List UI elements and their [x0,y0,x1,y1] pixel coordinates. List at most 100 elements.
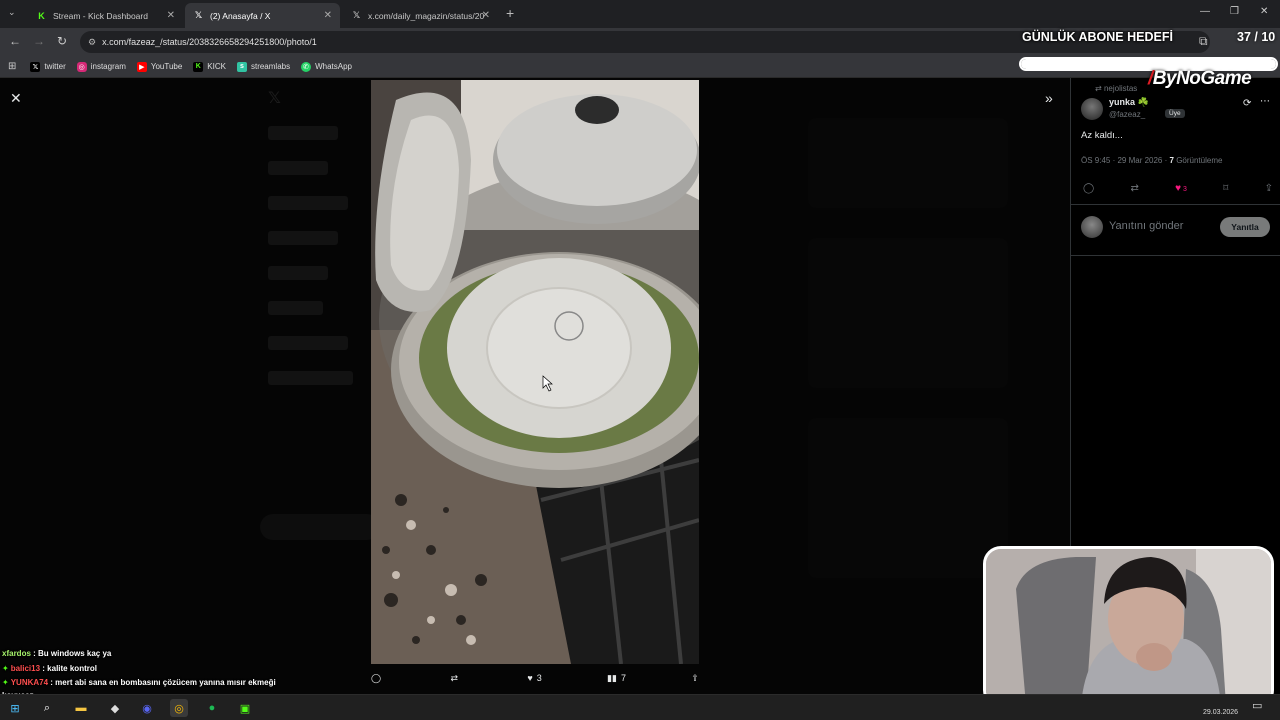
reply-icon[interactable]: ◯ [1083,183,1094,194]
bookmark-twitter[interactable]: 𝕏 twitter [30,61,66,72]
collapse-panel-icon[interactable]: » [1045,90,1053,106]
chat-user: xfardos [2,649,31,658]
tweet-time[interactable]: ÖS 9:45 · 29 Mar 2026 [1081,156,1162,165]
repost-button[interactable]: ⇄ [450,673,462,684]
bookmark-whatsapp[interactable]: ✆ WhatsApp [301,61,352,72]
bookmark-label: streamlabs [250,62,291,71]
minimize-icon[interactable]: — [1200,6,1210,17]
reposted-by-label[interactable]: ⇄ nejolistas [1095,84,1137,93]
instagram-icon: ◎ [76,61,87,72]
tweet-photo[interactable] [371,80,699,664]
extensions-icon[interactable]: ⧉ [1199,34,1208,49]
repost-icon: ⇄ [450,672,458,683]
divider [1071,255,1280,256]
ghost-post-button [260,514,380,540]
discord-icon[interactable]: ◉ [138,699,156,717]
windows-start-icon[interactable]: ⊞ [6,699,24,717]
reply-button[interactable]: ◯ [371,673,385,684]
tab-kick-dashboard[interactable]: K Stream - Kick Dashboard ✕ [28,3,183,28]
file-explorer-icon[interactable]: ▬ [72,699,90,717]
bookmark-youtube[interactable]: ▶ YouTube [136,61,182,72]
app-icon[interactable]: ◆ [106,699,124,717]
reply-submit-button[interactable]: Yanıtla [1220,217,1270,237]
bookmark-label: KICK [207,62,226,71]
chat-message: ✦ balici13 : kalite kontrol [2,664,97,673]
back-icon[interactable]: ← [9,34,21,48]
bookmark-label: instagram [90,62,126,71]
site-info-icon[interactable]: ⚙ [88,37,96,48]
restore-icon[interactable]: ❐ [1230,6,1239,17]
close-icon[interactable]: ✕ [324,10,332,21]
tab-title: (2) Anasayfa / X [210,10,271,21]
tweet-text: Az kaldı... [1081,130,1123,141]
bookmark-icon[interactable]: ⌑ [1223,183,1228,194]
url-text: x.com/fazeaz_/status/2038326658294251800… [102,37,317,47]
new-tab-button[interactable]: + [506,5,514,21]
like-count: 3 [1183,186,1187,193]
apps-grid-icon[interactable]: ⊞ [8,61,16,72]
views-button[interactable]: ▮▮ 7 [607,673,626,684]
author-avatar[interactable] [1081,98,1103,120]
tab-anasayfa-x[interactable]: 𝕏 (2) Anasayfa / X ✕ [185,3,340,28]
window-close-icon[interactable]: ✕ [1260,6,1268,17]
reposter-name: nejolistas [1103,84,1138,93]
like-button[interactable]: ♥ 3 [527,673,541,683]
share-icon[interactable]: ⇪ [1265,183,1273,194]
repost-icon[interactable]: ⇄ [1130,183,1138,194]
tab-title: x.com/daily_magazin/status/20 [368,10,485,21]
ghost-x-logo: 𝕏 [268,90,281,107]
grok-icon[interactable]: ⟳ [1243,98,1251,109]
media-action-bar: ◯ ⇄ ♥ 3 ▮▮ 7 ⇪ [371,670,699,686]
bookmark-streamlabs[interactable]: s streamlabs [236,61,291,72]
close-icon[interactable]: ✕ [482,10,490,21]
taskbar-date[interactable]: 29.03.2026 [1203,709,1238,716]
close-icon[interactable]: ✕ [167,10,175,21]
views-label: Görüntüleme [1176,156,1223,165]
photo-image [371,80,699,664]
share-button[interactable]: ⇪ [691,673,699,684]
ghost-premium-card [808,118,1008,208]
spotify-icon[interactable]: ● [203,699,221,717]
share-icon: ⇪ [691,672,699,683]
close-icon[interactable]: ✕ [10,90,22,107]
kick-icon: K [193,61,204,72]
heart-icon: ♥ [527,673,533,683]
kick-icon: K [38,10,45,21]
x-icon: 𝕏 [30,61,41,72]
tab-search-icon[interactable]: ⌄ [8,7,16,18]
divider [1071,204,1280,205]
x-icon: 𝕏 [194,10,203,20]
tab-title: Stream - Kick Dashboard [53,10,148,21]
repost-indicator-icon: ⇄ [1095,84,1102,93]
notification-icon[interactable]: ▭ [1252,699,1262,712]
sub-goal-title: GÜNLÜK ABONE HEDEFİ [1022,30,1173,44]
webcam-overlay [983,546,1274,708]
tweet-action-bar: ◯ ⇄ ♥ 3 ⌑ ⇪ [1083,183,1273,194]
reply-input[interactable]: Yanıtını gönder [1109,220,1183,232]
chat-user: balici13 [10,664,41,673]
windows-taskbar: ⊞ ⌕ ▬ ◆ ◉ ◎ ● ▣ 29.03.2026 ▭ [0,694,1280,720]
author-handle[interactable]: @fazeaz_ [1109,110,1145,119]
bookmark-instagram[interactable]: ◎ instagram [76,61,126,72]
chrome-icon[interactable]: ◎ [170,699,188,717]
search-icon[interactable]: ⌕ [38,699,56,717]
reload-icon[interactable]: ↻ [57,34,67,48]
browser-tab-bar: ⌄ K Stream - Kick Dashboard ✕ 𝕏 (2) Anas… [0,0,1280,28]
forward-icon[interactable]: → [33,34,45,48]
tab-daily-magazin[interactable]: 𝕏 x.com/daily_magazin/status/20 ✕ [343,3,498,28]
ghost-who-to-follow [808,418,1008,578]
youtube-icon: ▶ [136,61,147,72]
my-avatar [1081,216,1103,238]
heart-icon: ♥ [1175,183,1182,194]
more-options-icon[interactable]: ⋯ [1260,96,1270,107]
tweet-views: 7 [1169,156,1174,165]
author-name[interactable]: yunka ☘️ [1109,97,1149,108]
sponsor-logo: /ByNoGame [1148,68,1252,90]
chat-text: kalite kontrol [47,664,97,673]
like-button[interactable]: ♥ 3 [1175,183,1187,194]
kick-icon[interactable]: ▣ [236,699,254,717]
bookmark-kick[interactable]: K KICK [193,61,226,72]
reply-icon: ◯ [371,672,382,683]
ghost-sidebar [268,126,358,466]
streamlabs-icon: s [236,61,247,72]
